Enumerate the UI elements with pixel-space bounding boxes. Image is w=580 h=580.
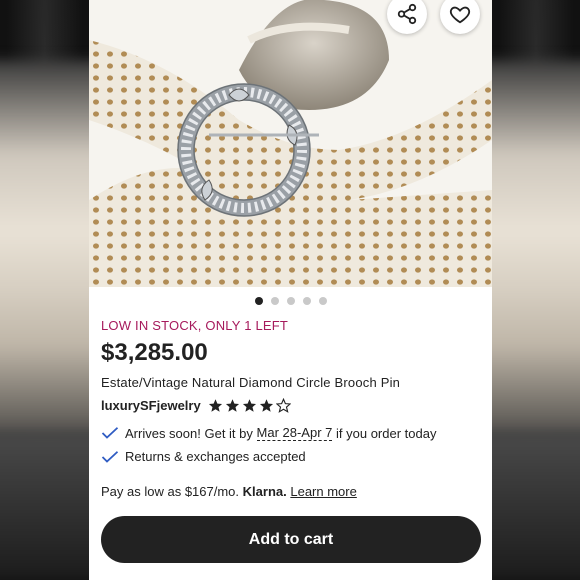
carousel-dot[interactable] (270, 297, 279, 305)
share-icon (397, 3, 417, 25)
klarna-logo: Klarna. (242, 484, 287, 499)
pay-text: Pay as low as $167/mo. (101, 484, 240, 499)
product-page: LOW IN STOCK, ONLY 1 LEFT $3,285.00 Esta… (89, 0, 492, 580)
shop-name-link[interactable]: luxurySFjewelry (101, 398, 201, 413)
star-filled-icon (242, 399, 256, 412)
product-details: LOW IN STOCK, ONLY 1 LEFT $3,285.00 Esta… (101, 318, 481, 499)
star-filled-icon (225, 399, 239, 412)
returns-row: Returns & exchanges accepted (101, 449, 481, 464)
brooch-image (89, 0, 492, 287)
arrival-suffix: if you order today (336, 425, 437, 441)
product-title: Estate/Vintage Natural Diamond Circle Br… (101, 375, 401, 390)
product-photo[interactable] (89, 0, 492, 287)
add-to-cart-button[interactable]: Add to cart (101, 516, 481, 563)
payment-row: Pay as low as $167/mo. Klarna. Learn mor… (101, 484, 481, 499)
stock-notice: LOW IN STOCK, ONLY 1 LEFT (101, 318, 289, 333)
checkmark-icon (101, 450, 119, 463)
rating-stars[interactable] (208, 398, 291, 413)
star-filled-icon (208, 399, 222, 412)
checkmark-icon (101, 427, 119, 439)
star-filled-icon (259, 399, 273, 412)
blurred-background-left (0, 0, 89, 580)
arrival-prefix: Arrives soon! Get it by (125, 425, 253, 441)
returns-text: Returns & exchanges accepted (125, 449, 306, 464)
blurred-background-right (492, 0, 580, 580)
star-empty-icon (275, 398, 291, 413)
carousel-dot[interactable] (302, 297, 311, 305)
price: $3,285.00 (101, 339, 208, 366)
arrival-dates[interactable]: Mar 28-Apr 7 (256, 425, 333, 441)
arrival-row: Arrives soon! Get it by Mar 28-Apr 7 if … (101, 425, 481, 441)
learn-more-link[interactable]: Learn more (290, 484, 356, 499)
carousel-dot[interactable] (286, 297, 295, 305)
carousel-dot[interactable] (318, 297, 327, 305)
carousel-dot[interactable] (254, 297, 263, 305)
heart-icon (449, 6, 471, 24)
shop-row: luxurySFjewelry (101, 398, 481, 413)
carousel-dots (89, 297, 492, 305)
